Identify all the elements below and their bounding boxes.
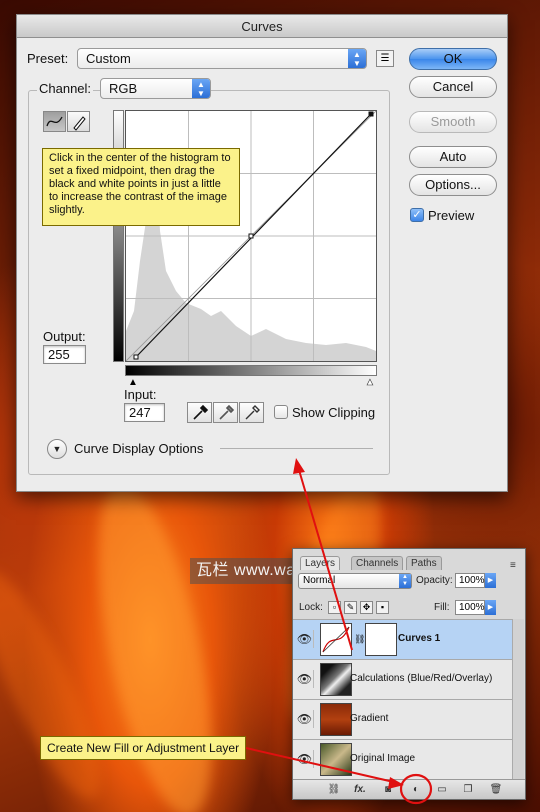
arrow-head-up <box>293 458 305 474</box>
highlight-circle <box>399 773 433 805</box>
arrow-line-to-dialog <box>298 469 353 651</box>
arrow-line-to-button <box>245 747 399 784</box>
callout-label: Create New Fill or Adjustment Layer <box>40 736 246 760</box>
annotation-overlay <box>245 458 433 805</box>
